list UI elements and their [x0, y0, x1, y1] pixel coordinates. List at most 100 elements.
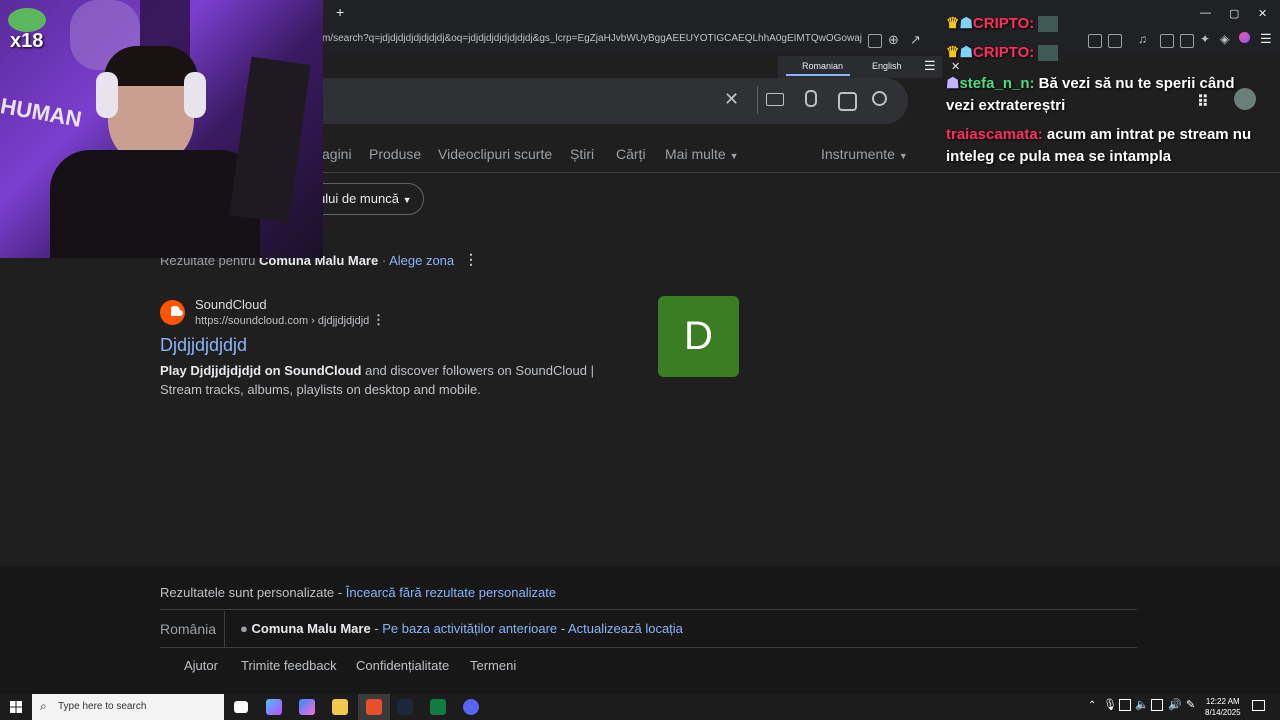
result-snippet: Play Djdjjdjdjdjd on SoundCloud and disc… — [160, 361, 630, 399]
location-dot-icon: ● — [240, 621, 248, 636]
keyboard-icon[interactable] — [766, 93, 784, 106]
maximize-button[interactable]: ▢ — [1229, 7, 1239, 20]
taskbar-clock[interactable]: 12:22 AM 8/14/2025 — [1205, 696, 1241, 718]
badge-icon: ☗ — [946, 75, 960, 92]
footer-help-link[interactable]: Ajutor — [184, 658, 218, 673]
location-separator: · — [381, 253, 387, 268]
sub-badge: x18 — [10, 30, 44, 52]
result-site-name[interactable]: SoundCloud — [195, 297, 267, 312]
result-options-icon[interactable]: ⋮ — [372, 312, 385, 328]
shirt-print: HUMAN — [0, 93, 84, 132]
zoom-icon[interactable]: ⊕ — [888, 32, 899, 48]
tools-label: Instrumente — [821, 146, 895, 162]
file-explorer-icon[interactable] — [332, 699, 348, 715]
footer-divider — [160, 609, 1137, 610]
footer-location: ● Comuna Malu Mare - Pe baza activitățil… — [240, 621, 683, 636]
close-window-button[interactable]: ✕ — [1258, 7, 1267, 20]
tray-pen-icon[interactable]: ✎ — [1186, 698, 1195, 711]
tab-search-icon[interactable] — [1108, 34, 1122, 48]
footer-dash-2: - — [374, 621, 379, 636]
update-location-link[interactable]: Actualizează locația — [568, 621, 683, 636]
brave-browser-icon[interactable] — [366, 699, 382, 715]
tray-app-icon[interactable] — [1119, 699, 1131, 711]
filter-chip-label: ului de muncă ▼ — [318, 191, 412, 206]
footer-vdivider — [224, 611, 225, 647]
tab-short-videos[interactable]: Videoclipuri scurte — [438, 146, 552, 162]
wallet-icon[interactable] — [1180, 34, 1194, 48]
footer-terms-link[interactable]: Termeni — [470, 658, 516, 673]
lens-icon[interactable] — [838, 92, 857, 111]
account-avatar[interactable] — [1234, 88, 1256, 110]
tray-mic-icon[interactable]: 🎙 — [1103, 698, 1117, 711]
chat-username: stefa_n_n: — [959, 75, 1035, 92]
footer-feedback-link[interactable]: Trimite feedback — [241, 658, 337, 673]
task-view-icon[interactable] — [234, 701, 248, 713]
chat-message: ♛☗CRIPTO: — [946, 13, 1059, 35]
search-box[interactable] — [322, 78, 908, 124]
share-icon[interactable]: ↗ — [910, 32, 921, 48]
discord-icon[interactable] — [463, 699, 479, 715]
chat-username: traiascamata: — [946, 126, 1043, 143]
clear-search-icon[interactable]: ✕ — [724, 89, 739, 110]
tab-products[interactable]: Produse — [369, 146, 421, 162]
apps-grid-icon[interactable]: ⠿ — [1197, 92, 1209, 112]
vpn-icon[interactable]: ◈ — [1220, 32, 1229, 46]
steam-icon[interactable] — [397, 699, 413, 715]
new-tab-button[interactable]: + — [336, 4, 344, 20]
translate-menu-icon[interactable]: ☰ — [924, 58, 936, 74]
xbox-icon[interactable] — [430, 699, 446, 715]
translate-source-tab[interactable]: Romanian — [802, 61, 843, 71]
sidebar-icon[interactable] — [1160, 34, 1174, 48]
tab-images[interactable]: agini — [322, 146, 352, 162]
copilot-icon[interactable] — [266, 699, 282, 715]
tools-button[interactable]: Instrumente ▼ — [821, 146, 908, 162]
headphone-left — [96, 72, 118, 118]
crown-icon: ♛ — [946, 44, 960, 61]
footer-privacy-link[interactable]: Confidențialitate — [356, 658, 449, 673]
media-icon[interactable]: ♫ — [1138, 32, 1147, 46]
tab-more[interactable]: Mai multe ▼ — [665, 146, 739, 162]
menu-icon[interactable]: ☰ — [1260, 31, 1272, 47]
footer-divider-2 — [160, 647, 1137, 648]
minimize-button[interactable]: — — [1200, 7, 1211, 19]
tab-news[interactable]: Știri — [570, 146, 594, 162]
rewards-icon[interactable] — [1239, 32, 1250, 43]
translate-target-tab[interactable]: English — [872, 61, 902, 71]
search-divider — [757, 86, 758, 114]
result-url[interactable]: https://soundcloud.com › djdjjdjdjdjd — [195, 315, 369, 327]
url-field[interactable]: m/search?q=jdjdjdjdjdjdjdjdj&oq=jdjdjdjd… — [322, 33, 862, 44]
result-title-link[interactable]: Djdjjdjdjdjd — [160, 335, 247, 356]
chat-message: ♛☗CRIPTO: — [946, 42, 1059, 64]
emote-icon — [1038, 45, 1059, 62]
snippet-bold: Play Djdjjdjdjdjd on SoundCloud — [160, 363, 362, 378]
clock-time: 12:22 AM — [1205, 697, 1240, 706]
tray-network-icon[interactable] — [1151, 699, 1163, 711]
personalization-note: Rezultatele sunt personalizate - Încearc… — [160, 585, 556, 600]
footer-dash: - — [337, 585, 343, 600]
extensions-icon[interactable] — [1088, 34, 1102, 48]
translate-popup: Romanian English ☰ — [778, 56, 942, 78]
translate-icon[interactable] — [868, 34, 882, 48]
notifications-icon[interactable] — [1252, 700, 1265, 711]
webcam-overlay: HUMAN x18 — [0, 0, 323, 258]
chevron-down-icon: ▼ — [402, 195, 412, 205]
change-area-link[interactable]: Alege zona — [389, 253, 454, 268]
result-thumbnail[interactable]: D — [658, 296, 739, 377]
windows-start-icon[interactable] — [10, 700, 22, 713]
tab-books[interactable]: Cărți — [616, 146, 646, 162]
tray-speaker-icon[interactable]: 🔊 — [1168, 698, 1182, 711]
more-options-icon[interactable]: ⋮ — [464, 251, 478, 268]
tab-more-label: Mai multe — [665, 146, 726, 162]
chat-message: ☗stefa_n_n: Bă vezi să nu te sperii când… — [946, 73, 1266, 117]
search-icon[interactable] — [872, 91, 887, 106]
tray-chevron-icon[interactable]: ⌃ — [1088, 700, 1096, 711]
tray-volume-icon[interactable]: 🔈 — [1135, 698, 1149, 711]
copilot-app-icon[interactable] — [299, 699, 315, 715]
microphone-icon[interactable] — [805, 90, 817, 107]
based-on-activity-link[interactable]: Pe baza activităților anterioare — [382, 621, 557, 636]
chat-username: CRIPTO: — [972, 44, 1035, 61]
try-without-link[interactable]: Încearcă fără rezultate personalizate — [346, 585, 556, 600]
chevron-down-icon: ▼ — [729, 151, 739, 161]
ai-icon[interactable]: ✦ — [1200, 32, 1210, 46]
clock-date: 8/14/2025 — [1205, 708, 1241, 717]
